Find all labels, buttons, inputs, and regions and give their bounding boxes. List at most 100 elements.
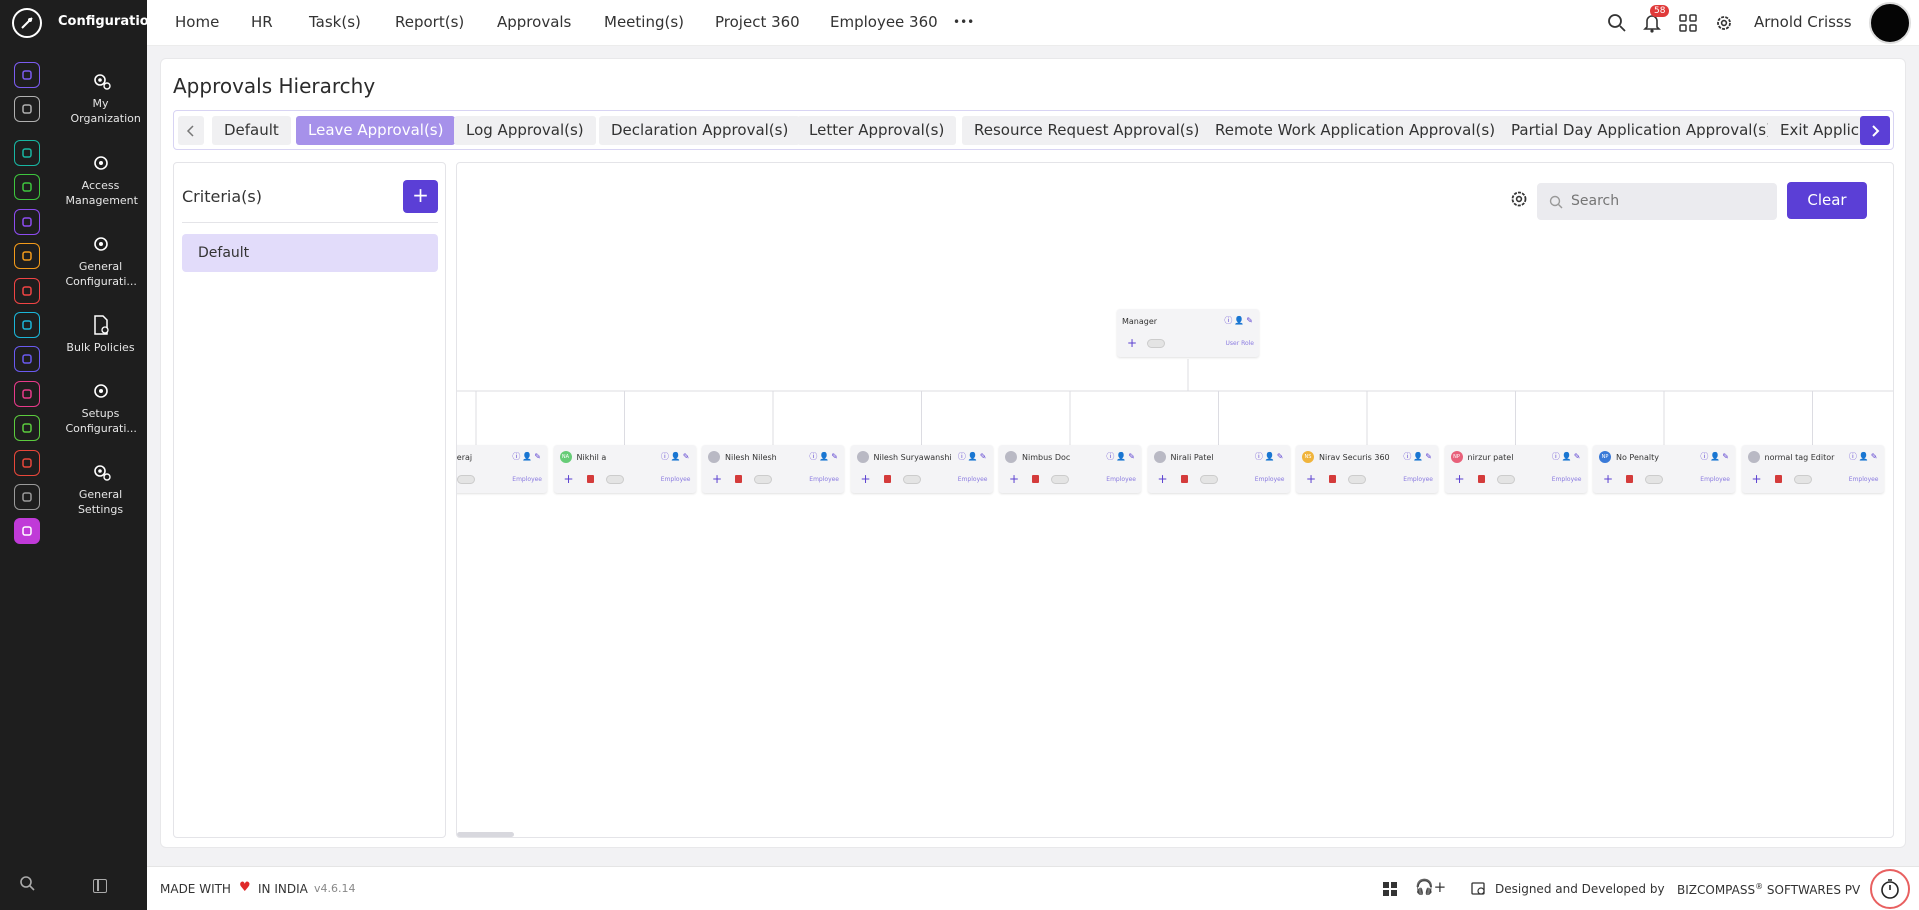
calendar-clock-icon[interactable] <box>1471 881 1486 896</box>
child-node[interactable]: NP nirzur patel ⓘ👤✎ + Employee <box>1444 445 1587 493</box>
add-child-icon[interactable]: + <box>1603 472 1613 486</box>
search-icon[interactable] <box>18 874 36 892</box>
nav-project-360[interactable]: Project 360 <box>715 13 800 31</box>
tab-log-approvals[interactable]: Log Approval(s) <box>454 116 596 145</box>
pin-icon[interactable] <box>14 96 40 122</box>
criteria-item-default[interactable]: Default <box>182 234 438 272</box>
delete-icon[interactable] <box>1774 475 1782 483</box>
wheat-icon[interactable] <box>14 243 40 269</box>
child-node[interactable]: NP No Penalty ⓘ👤✎ + Employee <box>1593 445 1735 493</box>
child-node[interactable]: NA Nikhil a ⓘ👤✎ + Employee <box>553 445 696 493</box>
sidebar-item-general-configuration[interactable]: General Configurati... <box>54 233 147 289</box>
add-child-icon[interactable]: + <box>1306 472 1316 486</box>
sidebar-item-my-organization[interactable]: My Organization <box>54 70 147 126</box>
delete-icon[interactable] <box>735 475 742 483</box>
delete-icon[interactable] <box>883 475 891 483</box>
tab-partial-day-approvals[interactable]: Partial Day Application Approval(s) <box>1499 116 1784 145</box>
nav-tasks[interactable]: Task(s) <box>309 13 361 31</box>
node-toggle[interactable] <box>605 475 624 484</box>
node-tools-icons[interactable]: ⓘ👤✎ <box>1849 451 1880 462</box>
sidebar-item-general-settings[interactable]: General Settings <box>54 461 147 517</box>
nav-meetings[interactable]: Meeting(s) <box>604 13 684 31</box>
award-icon[interactable] <box>14 450 40 476</box>
node-toggle[interactable] <box>457 475 475 484</box>
support-headset-icon[interactable]: 🎧+ <box>1415 878 1446 896</box>
delete-icon[interactable] <box>1626 475 1633 483</box>
add-child-icon[interactable]: + <box>1009 472 1019 486</box>
node-toggle[interactable] <box>1199 475 1218 484</box>
root-node[interactable]: Manager ⓘ👤✎ + User Role <box>1117 309 1259 357</box>
add-child-icon[interactable]: + <box>712 472 722 486</box>
nav-employee-360[interactable]: Employee 360 <box>830 13 938 31</box>
child-node[interactable]: eraj Neerajⓘ👤✎+Employee <box>457 445 547 493</box>
people-icon[interactable] <box>14 140 40 166</box>
horizontal-scrollbar[interactable] <box>457 832 514 837</box>
sidebar-item-setups-configuration[interactable]: Setups Configurati... <box>54 380 147 436</box>
node-toggle[interactable] <box>902 475 921 484</box>
add-child-icon[interactable]: + <box>1752 472 1762 486</box>
search-icon[interactable] <box>1607 13 1627 33</box>
tabs-scroll-left-button[interactable] <box>178 116 204 145</box>
node-tools-icons[interactable]: ⓘ👤✎ <box>1700 451 1731 462</box>
timer-icon[interactable] <box>1870 869 1910 909</box>
target-icon[interactable] <box>14 278 40 304</box>
child-node[interactable]: normal tag Editor ⓘ👤✎ + Employee <box>1741 445 1884 493</box>
node-toggle[interactable] <box>754 475 772 484</box>
windows-icon[interactable] <box>1383 882 1397 896</box>
user-name[interactable]: Arnold Crisss <box>1754 13 1852 31</box>
node-tools-icons[interactable]: ⓘ👤✎ <box>1255 451 1286 462</box>
briefcase-icon[interactable] <box>14 209 40 235</box>
nav-reports[interactable]: Report(s) <box>395 13 464 31</box>
node-tools-icons[interactable]: ⓘ👤✎ <box>1106 451 1137 462</box>
notification-bell-icon[interactable]: 58 <box>1643 5 1670 33</box>
presentation-icon[interactable] <box>14 381 40 407</box>
add-child-icon[interactable]: + <box>1455 472 1465 486</box>
node-tools-icons[interactable]: ⓘ👤✎ <box>512 451 543 462</box>
doc-icon[interactable] <box>14 415 40 441</box>
plane-icon[interactable] <box>14 346 40 372</box>
tab-declaration-approvals[interactable]: Declaration Approval(s) <box>599 116 801 145</box>
nav-home[interactable]: Home <box>175 13 219 31</box>
node-tools-icons[interactable]: ⓘ👤✎ <box>661 451 692 462</box>
add-child-icon[interactable]: + <box>564 472 574 486</box>
settings-gear-icon[interactable] <box>1714 13 1734 33</box>
add-child-icon[interactable]: + <box>1127 336 1137 350</box>
child-node[interactable]: Nilesh Suryawanshi ⓘ👤✎ + Employee <box>850 445 993 493</box>
avatar[interactable] <box>1869 2 1911 44</box>
sidebar-item-bulk-policies[interactable]: Bulk Policies <box>54 314 147 355</box>
node-tools-icons[interactable]: ⓘ👤✎ <box>1552 451 1583 462</box>
house-icon[interactable] <box>14 484 40 510</box>
tab-resource-request-approvals[interactable]: Resource Request Approval(s) <box>962 116 1212 145</box>
node-tools-icons[interactable]: ⓘ👤✎ <box>958 451 989 462</box>
tab-letter-approvals[interactable]: Letter Approval(s) <box>797 116 957 145</box>
node-toggle[interactable] <box>1051 475 1069 484</box>
node-tools-icons[interactable]: ⓘ👤✎ <box>1224 315 1255 326</box>
tab-leave-approvals[interactable]: Leave Approval(s) <box>296 116 456 145</box>
delete-icon[interactable] <box>1477 475 1485 483</box>
calendar-icon[interactable] <box>14 312 40 338</box>
nav-approvals[interactable]: Approvals <box>497 13 571 31</box>
delete-icon[interactable] <box>1180 475 1188 483</box>
money-icon[interactable] <box>14 174 40 200</box>
delete-icon[interactable] <box>1032 475 1039 483</box>
add-child-icon[interactable]: + <box>1158 472 1168 486</box>
node-toggle[interactable] <box>1496 475 1515 484</box>
child-node[interactable]: Nimbus Doc ⓘ👤✎ + Employee <box>999 445 1141 493</box>
sidebar-item-access-management[interactable]: Access Management <box>54 152 147 208</box>
node-tools-icons[interactable]: ⓘ👤✎ <box>1403 451 1434 462</box>
delete-icon[interactable] <box>1329 475 1336 483</box>
settings-icon[interactable] <box>14 518 40 544</box>
child-node[interactable]: Nirali Patel ⓘ👤✎ + Employee <box>1147 445 1290 493</box>
tab-default[interactable]: Default <box>212 116 291 145</box>
child-node[interactable]: Nilesh Nilesh ⓘ👤✎ + Employee <box>702 445 844 493</box>
add-child-icon[interactable]: + <box>861 472 871 486</box>
node-toggle[interactable] <box>1793 475 1812 484</box>
node-toggle[interactable] <box>1147 339 1165 348</box>
tabs-scroll-right-button[interactable] <box>1860 116 1890 145</box>
child-node[interactable]: NS Nirav Securis 360 ⓘ👤✎ + Employee <box>1296 445 1438 493</box>
app-logo-icon[interactable] <box>12 8 42 38</box>
node-toggle[interactable] <box>1645 475 1663 484</box>
node-toggle[interactable] <box>1348 475 1366 484</box>
delete-icon[interactable] <box>586 475 594 483</box>
home-icon[interactable] <box>14 62 40 88</box>
